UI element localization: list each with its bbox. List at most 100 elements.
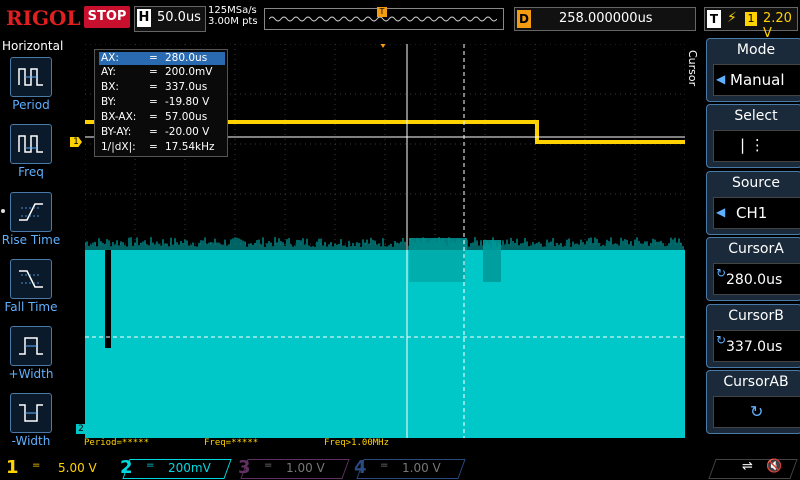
ch4-coupling: = [380,460,389,471]
cursor-row-dy: BY-AY: = -20.00 V [101,126,210,138]
delay-value: 258.000000us [559,11,653,26]
freq-status: Freq=***** [204,438,259,448]
brand-logo: RIGOL [6,6,81,30]
ch1-coupling: = [32,460,41,471]
mode-heading: Mode [736,42,776,58]
ch2-burst-a [409,238,467,250]
mode-value: Manual [730,71,785,89]
arrow-left-icon: ◀ [716,72,726,86]
trigger-level-label: T [686,116,693,126]
ch2-offset-marker[interactable]: 2 [76,424,86,434]
cursor-a-heading: CursorA [728,241,784,257]
timebase-label: H [137,9,151,27]
rising-edge-icon: ⚡ [727,10,737,26]
fall-time-button[interactable] [10,259,52,299]
cursor-row-ax: AX: = 280.0us [99,52,225,65]
memory-depth: 3.00M pts [208,16,258,27]
timebase-box[interactable]: H 50.0us [134,6,206,32]
cursor-row-inv-dx: 1/|dX|: = 17.54kHz [101,141,215,153]
rise-time-label: Rise Time [1,233,61,247]
ch3-scale: 1.00 V [286,461,325,475]
cursor-menu: Mode ◀ Manual Select | ⋮ Source ◀ CH1 Cu… [702,38,800,458]
pos-width-button[interactable] [10,326,52,366]
ch1-status[interactable]: 1 = 5.00 V [6,457,116,479]
cursor-menu-title: Cursor [686,50,699,87]
fall-time-label: Fall Time [4,300,58,314]
select-softkey[interactable]: Select | ⋮ [706,104,800,168]
mode-value-box: ◀ Manual [713,64,800,96]
cursor-row-by: BY: = -19.80 V [101,96,210,108]
source-value: CH1 [736,204,768,222]
cursor-a-value: 280.0us [726,272,783,288]
cursor-ab-heading: CursorAB [723,374,789,390]
ch1-marker-label: 1 [73,137,79,147]
channel-status-bar: 1 = 5.00 V 2 = 200mV 3 = 1.00 V 4 = 1.00… [0,456,800,480]
cursor-a-softkey[interactable]: CursorA ↻ 280.0us [706,237,800,301]
cursor-b-softkey[interactable]: CursorB ↻ 337.0us [706,304,800,368]
cursor-row-dx: BX-AX: = 57.00us [101,111,208,123]
fall-time-icon [19,270,43,288]
cursor-a-value-box: ↻ 280.0us [713,263,800,295]
ch4-status[interactable]: 4 = 1.00 V [352,457,466,479]
freq-button[interactable] [10,124,52,164]
menu-title: Horizontal [2,39,64,53]
ch2-scale: 200mV [168,461,211,475]
ch3-coupling: = [264,460,273,471]
run-stop-indicator[interactable]: STOP [84,6,130,28]
ch2-coupling: = [146,460,155,471]
ch1-scale: 5.00 V [58,461,97,475]
select-value: | ⋮ [740,136,765,154]
neg-width-label: -Width [11,434,51,448]
memory-position-bar[interactable]: T [264,7,504,30]
ch2-status[interactable]: 2 = 200mV [118,457,232,479]
ch3-status[interactable]: 3 = 1.00 V [236,457,350,479]
sample-rate: 125MSa/s [208,5,257,16]
trigger-box[interactable]: T ⚡ 1 2.20 V [704,7,798,41]
usb-icon: ⇌ [742,459,753,474]
cursor-b-value: 337.0us [726,339,783,355]
ch2-noise-spikes [85,237,684,250]
source-softkey[interactable]: Source ◀ CH1 [706,171,800,235]
trigger-position-marker: T [377,7,387,17]
top-status-bar: RIGOL STOP H 50.0us 125MSa/s 3.00M pts T… [0,0,800,41]
trigger-time-marker [380,44,386,48]
cursor-ab-softkey[interactable]: CursorAB ↻ [706,370,800,434]
period-status: Period=***** [84,438,150,448]
mode-softkey[interactable]: Mode ◀ Manual [706,38,800,102]
pos-width-icon [19,337,43,355]
select-heading: Select [734,108,778,124]
period-icon [18,68,43,86]
trigger-source: 1 [745,12,757,26]
rotate-knob-icon: ↻ [716,266,727,280]
ch2-marker-label: 2 [78,424,84,434]
neg-width-button[interactable] [10,393,52,433]
select-value-box: | ⋮ [713,130,800,162]
trigger-label: T [707,10,721,28]
ch4-scale: 1.00 V [402,461,441,475]
rise-time-button[interactable] [10,192,52,232]
delay-box[interactable]: D 258.000000us [514,7,696,31]
ch2-burst-b [483,240,501,282]
rise-time-icon [19,203,43,221]
ch3-number: 3 [238,457,251,478]
rotate-knob-icon: ↻ [716,333,727,347]
cursor-readout-table: AX: = 280.0us AY: = 200.0mV BX: = 337.0us BY: =… [94,49,228,157]
period-button[interactable] [10,57,52,97]
aux-frame [708,459,798,479]
delay-label: D [517,10,531,28]
sample-info: 125MSa/s 3.00M pts [208,5,258,27]
menu-page-dot [1,209,5,213]
timebase-value: 50.0us [157,10,201,25]
freq-limit-status: Freq>1.00MHz [324,438,390,448]
ch2-number: 2 [120,457,133,478]
cursor-b-heading: CursorB [728,308,784,324]
ch4-number: 4 [354,457,367,478]
horizontal-measure-menu: Horizontal Period Freq Rise Time Fall Ti… [0,37,64,457]
rotate-knob-icon: ↻ [750,402,764,421]
source-heading: Source [731,175,781,191]
freq-label: Freq [18,165,44,179]
ch1-offset-marker[interactable]: 1 [70,137,82,147]
cursor-row-ay: AY: = 200.0mV [101,66,213,78]
period-label: Period [12,98,50,112]
sound-muted-icon[interactable]: 🔇 [766,459,782,474]
